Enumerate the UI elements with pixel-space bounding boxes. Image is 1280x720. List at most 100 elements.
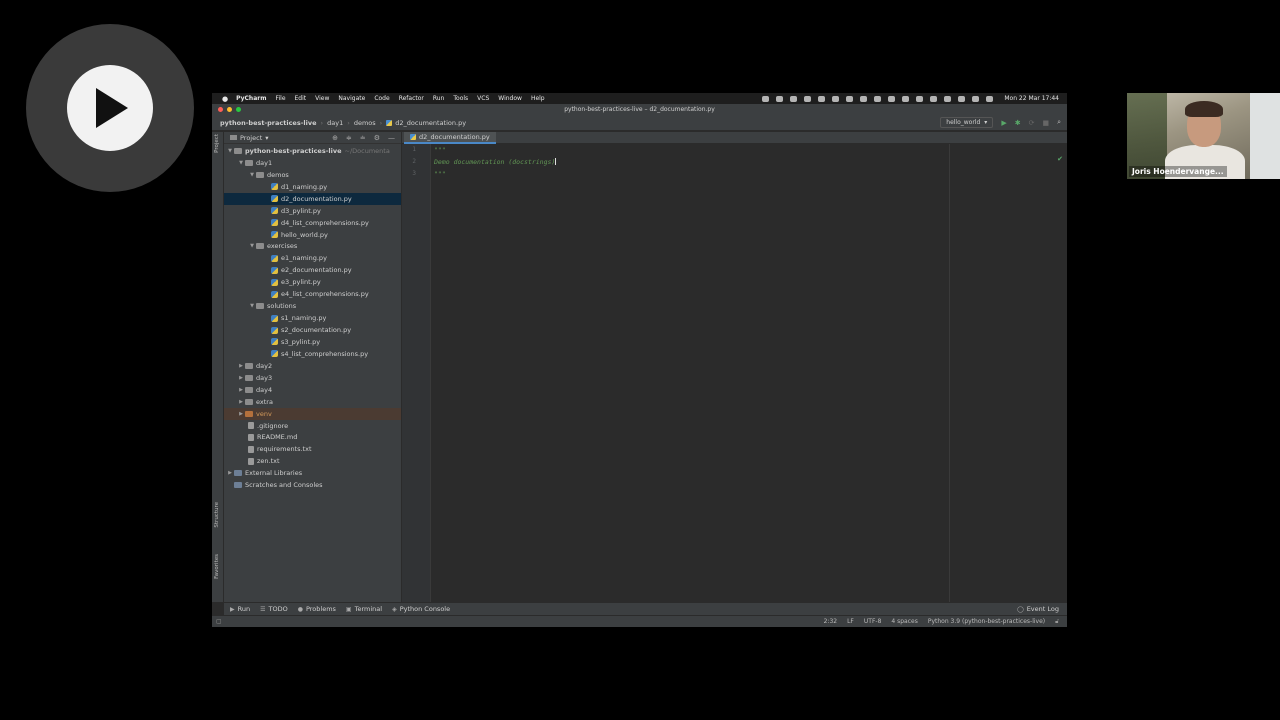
chevron-right-icon[interactable]: ▶ xyxy=(226,470,234,476)
status-icon-5[interactable] xyxy=(860,95,868,102)
tree-file[interactable]: zen.txt xyxy=(224,455,401,467)
inspection-ok-icon[interactable]: ✔ xyxy=(1057,155,1063,163)
caret-position[interactable]: 2:32 xyxy=(824,618,837,626)
tree-file[interactable]: s2_documentation.py xyxy=(224,324,401,336)
status-icon-7[interactable] xyxy=(888,95,896,102)
hide-panel-icon[interactable]: — xyxy=(388,134,395,142)
tree-folder-venv[interactable]: ▶ venv xyxy=(224,407,401,420)
run-configuration-select[interactable]: hello_world ▾ xyxy=(940,117,994,128)
chevron-right-icon[interactable]: ▶ xyxy=(237,399,245,405)
breadcrumb-demos[interactable]: demos xyxy=(354,119,376,127)
tree-file[interactable]: d1_naming.py xyxy=(224,181,401,193)
problems-tool-button[interactable]: ● Problems xyxy=(298,605,336,613)
tree-file[interactable]: s1_naming.py xyxy=(224,312,401,324)
tree-folder-day3[interactable]: ▶ day3 xyxy=(224,372,401,384)
indent-setting[interactable]: 4 spaces xyxy=(891,618,917,626)
tree-file[interactable]: .gitignore xyxy=(224,420,401,432)
menu-run[interactable]: Run xyxy=(433,95,445,102)
chevron-right-icon[interactable]: ▶ xyxy=(237,387,245,393)
cloud-icon[interactable] xyxy=(790,95,798,102)
chevron-down-icon[interactable]: ▼ xyxy=(248,172,256,178)
menu-code[interactable]: Code xyxy=(374,95,389,102)
structure-tool-tab[interactable]: Structure xyxy=(214,502,220,528)
favorites-tool-tab[interactable]: Favorites xyxy=(214,554,220,579)
code-editor[interactable]: """ Demo documentation (docstrings) """ xyxy=(432,145,1067,602)
search-everywhere-icon[interactable]: ⌕ xyxy=(1057,118,1061,127)
pause-icon[interactable] xyxy=(818,95,826,102)
locate-icon[interactable]: ⊕ xyxy=(332,134,338,142)
status-icon-2[interactable] xyxy=(776,95,784,102)
status-icon-1[interactable] xyxy=(762,95,770,102)
code-line-3[interactable]: """ xyxy=(434,170,446,178)
menu-view[interactable]: View xyxy=(315,95,329,102)
chevron-right-icon[interactable]: ▶ xyxy=(237,363,245,369)
chevron-right-icon[interactable]: ▶ xyxy=(237,411,245,417)
chevron-down-icon[interactable]: ▼ xyxy=(226,148,234,154)
apple-icon[interactable]: ● xyxy=(222,95,228,103)
shield-icon[interactable] xyxy=(832,95,840,102)
collapse-all-icon[interactable]: ≐ xyxy=(360,134,366,142)
chevron-down-icon[interactable]: ▼ xyxy=(248,243,256,249)
debug-icon[interactable]: ✱ xyxy=(1015,119,1021,127)
coverage-icon[interactable]: ⟳ xyxy=(1029,119,1035,127)
tree-file[interactable]: d3_pylint.py xyxy=(224,205,401,217)
tree-file[interactable]: e4_list_comprehensions.py xyxy=(224,288,401,300)
run-tool-button[interactable]: ▶ Run xyxy=(230,605,250,613)
editor-tab-active[interactable]: d2_documentation.py xyxy=(404,132,496,144)
chevron-right-icon[interactable]: ▶ xyxy=(237,375,245,381)
tree-file[interactable]: s4_list_comprehensions.py xyxy=(224,348,401,360)
gear-icon[interactable]: ⚙ xyxy=(374,134,380,142)
menu-window[interactable]: Window xyxy=(498,95,522,102)
control-center-icon[interactable] xyxy=(986,95,994,102)
run-icon[interactable]: ▶ xyxy=(1001,119,1006,127)
tree-file[interactable]: e2_documentation.py xyxy=(224,264,401,276)
tree-file[interactable]: hello_world.py xyxy=(224,229,401,241)
menu-app-name[interactable]: PyCharm xyxy=(236,95,266,102)
chevron-down-icon[interactable]: ▾ xyxy=(265,134,268,142)
tree-folder-day4[interactable]: ▶ day4 xyxy=(224,384,401,396)
todo-tool-button[interactable]: ☰ TODO xyxy=(260,605,288,613)
status-icon-4[interactable] xyxy=(846,95,854,102)
tree-folder-day2[interactable]: ▶ day2 xyxy=(224,360,401,372)
tree-folder-solutions[interactable]: ▼ solutions xyxy=(224,300,401,312)
python-interpreter[interactable]: Python 3.9 (python-best-practices-live) xyxy=(928,618,1045,626)
battery-icon[interactable] xyxy=(958,95,966,102)
tree-folder-exercises[interactable]: ▼ exercises xyxy=(224,241,401,253)
event-log-button[interactable]: ◯ Event Log xyxy=(1017,605,1067,613)
tree-file[interactable]: requirements.txt xyxy=(224,443,401,455)
status-icon-6[interactable] xyxy=(874,95,882,102)
tree-root[interactable]: ▼ python-best-practices-live ~/Documenta xyxy=(224,145,401,157)
chevron-down-icon[interactable]: ▼ xyxy=(237,160,245,166)
video-play-button[interactable] xyxy=(26,24,194,192)
tree-file[interactable]: README.md xyxy=(224,432,401,444)
expand-all-icon[interactable]: ≑ xyxy=(346,134,352,142)
tree-folder-extra[interactable]: ▶ extra xyxy=(224,396,401,408)
line-separator[interactable]: LF xyxy=(847,618,854,626)
menu-edit[interactable]: Edit xyxy=(295,95,307,102)
chevron-down-icon[interactable]: ▼ xyxy=(248,303,256,309)
menu-file[interactable]: File xyxy=(275,95,285,102)
close-window-button[interactable] xyxy=(218,107,223,112)
menubar-clock[interactable]: Mon 22 Mar 17:44 xyxy=(1004,95,1059,102)
minimize-window-button[interactable] xyxy=(227,107,232,112)
wifi-icon[interactable] xyxy=(944,95,952,102)
terminal-tool-button[interactable]: ▣ Terminal xyxy=(346,605,382,613)
menu-refactor[interactable]: Refactor xyxy=(399,95,424,102)
code-line-2[interactable]: Demo documentation (docstrings) xyxy=(434,158,557,166)
breadcrumb-project[interactable]: python-best-practices-live xyxy=(220,119,317,127)
zoom-window-button[interactable] xyxy=(236,107,241,112)
tree-file[interactable]: d4_list_comprehensions.py xyxy=(224,217,401,229)
python-console-tool-button[interactable]: ◈ Python Console xyxy=(392,605,450,613)
tree-scratches[interactable]: Scratches and Consoles xyxy=(224,479,401,491)
menu-help[interactable]: Help xyxy=(531,95,545,102)
menu-navigate[interactable]: Navigate xyxy=(338,95,365,102)
tree-file[interactable]: e1_naming.py xyxy=(224,252,401,264)
layout-icon[interactable]: ▢ xyxy=(216,618,222,625)
status-icon-3[interactable] xyxy=(804,95,812,102)
menu-tools[interactable]: Tools xyxy=(453,95,468,102)
bluetooth-icon[interactable] xyxy=(930,95,938,102)
volume-icon[interactable] xyxy=(916,95,924,102)
breadcrumb-day1[interactable]: day1 xyxy=(327,119,343,127)
lock-icon[interactable]: 🔓︎ xyxy=(1055,618,1059,626)
tree-folder-day1[interactable]: ▼ day1 xyxy=(224,157,401,169)
